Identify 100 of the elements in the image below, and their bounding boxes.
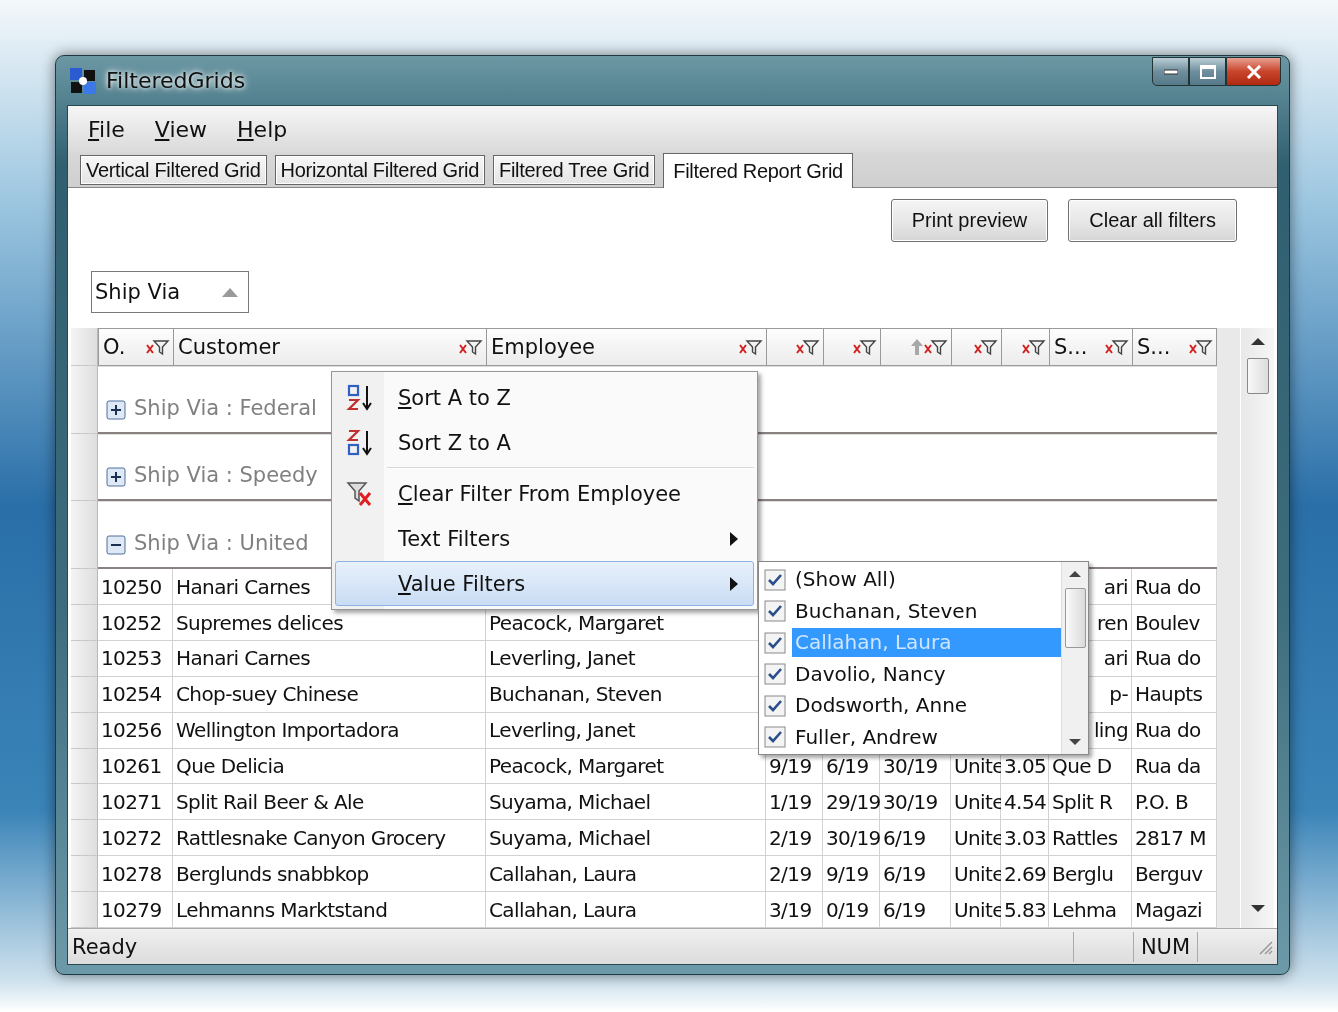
table-cell: Magazi: [1132, 892, 1217, 928]
row-selector: [71, 605, 98, 641]
column-header[interactable]: Customer: [173, 328, 486, 366]
expand-icon[interactable]: [106, 467, 126, 488]
group-label: Ship Via : Federal: [134, 395, 317, 420]
table-cell: 10261: [98, 748, 173, 785]
table-cell: Unite: [951, 892, 1001, 928]
table-cell: 10254: [98, 676, 173, 713]
checked-checkbox[interactable]: [764, 663, 786, 686]
scrollbar-thumb[interactable]: [1246, 358, 1269, 394]
status-indicator: NUM: [1133, 931, 1197, 962]
table-cell: Wellington Importadora: [173, 712, 486, 749]
table-cell: 10271: [98, 784, 173, 821]
maximize-button[interactable]: [1189, 57, 1226, 86]
table-cell: 29/19: [823, 784, 880, 821]
column-header[interactable]: [880, 328, 951, 366]
tab[interactable]: Filtered Report Grid: [663, 153, 853, 188]
row-selector: [71, 748, 98, 785]
column-header[interactable]: Employee: [486, 328, 766, 366]
sort-arrow-icon: [910, 337, 924, 356]
window-title: FilteredGrids: [106, 68, 246, 93]
checked-checkbox[interactable]: [764, 631, 786, 654]
menu-item[interactable]: View: [154, 116, 208, 142]
expand-icon[interactable]: [106, 399, 126, 420]
context-menu-item[interactable]: Clear Filter From Employee: [335, 471, 754, 516]
scrollbar[interactable]: [1241, 328, 1274, 928]
tab[interactable]: Vertical Filtered Grid: [80, 155, 267, 185]
scrollbar-thumb[interactable]: [1064, 588, 1086, 648]
table-cell: 10279: [98, 892, 173, 928]
row-selector: [71, 856, 98, 893]
column-header[interactable]: [951, 328, 1001, 366]
column-header[interactable]: S...: [1132, 328, 1217, 366]
context-menu-item[interactable]: Sort Z to A: [335, 420, 754, 465]
tab[interactable]: Filtered Tree Grid: [493, 155, 656, 185]
table-cell: 6/19: [880, 856, 951, 893]
checked-checkbox[interactable]: [764, 568, 786, 591]
tab[interactable]: Horizontal Filtered Grid: [274, 155, 485, 185]
filter-icon[interactable]: [853, 337, 877, 356]
toolbar-button[interactable]: Clear all filters: [1068, 199, 1237, 242]
table-cell: 10250: [98, 569, 173, 606]
row-selector: [71, 892, 98, 928]
row-selector: [71, 640, 98, 677]
menu-item[interactable]: Help: [237, 116, 288, 142]
submenu-arrow-icon: [729, 530, 739, 547]
row-selector: [71, 433, 98, 502]
table-cell: 30/19: [823, 820, 880, 857]
column-header[interactable]: [823, 328, 880, 366]
close-button[interactable]: [1226, 57, 1281, 86]
filter-icon[interactable]: [796, 337, 820, 356]
table-cell: 2817 M: [1132, 820, 1217, 857]
column-header[interactable]: S...: [1049, 328, 1132, 366]
collapse-icon[interactable]: [106, 535, 126, 556]
checked-checkbox[interactable]: [764, 726, 786, 749]
table-cell: 2.69: [1001, 856, 1049, 893]
table-cell: Callahan, Laura: [486, 856, 766, 893]
filter-icon[interactable]: [146, 337, 170, 356]
minimize-button[interactable]: [1152, 57, 1189, 86]
filter-icon[interactable]: [739, 337, 763, 356]
table-cell: Split R: [1049, 784, 1132, 821]
column-header[interactable]: O.: [98, 328, 173, 366]
table-cell: P.O. B: [1132, 784, 1217, 821]
table-cell: 2/19: [766, 820, 823, 857]
row-selector: [71, 676, 98, 713]
context-menu-item[interactable]: Value Filters: [335, 561, 754, 606]
table-cell: Callahan, Laura: [486, 892, 766, 928]
filter-icon[interactable]: [459, 337, 483, 356]
scroll-up-icon[interactable]: [1249, 336, 1266, 346]
table-cell: Suyama, Michael: [486, 784, 766, 821]
filter-icon[interactable]: [1022, 337, 1046, 356]
row-selector: [71, 712, 98, 749]
scroll-down-icon[interactable]: [1068, 738, 1082, 746]
table-cell: Chop-suey Chinese: [173, 676, 486, 713]
minimize-icon: [1163, 68, 1178, 75]
scroll-down-icon[interactable]: [1249, 904, 1266, 914]
table-cell: 10252: [98, 605, 173, 641]
table-cell: 0/19: [823, 892, 880, 928]
column-header[interactable]: [766, 328, 823, 366]
table-cell: 4.54: [1001, 784, 1049, 821]
context-menu-item[interactable]: Text Filters: [335, 516, 754, 561]
context-menu-item[interactable]: Sort A to Z: [335, 375, 754, 420]
table-cell: Peacock, Margaret: [486, 748, 766, 785]
group-label: Ship Via : United: [134, 531, 309, 556]
column-header[interactable]: [1001, 328, 1049, 366]
filter-icon[interactable]: [1105, 337, 1129, 356]
filter-icon[interactable]: [1189, 337, 1213, 356]
table-cell: 6/19: [880, 892, 951, 928]
menu-item[interactable]: File: [88, 116, 125, 142]
submenu-arrow-icon: [729, 575, 739, 592]
table-cell: 10272: [98, 820, 173, 857]
table-cell: Boulev: [1132, 605, 1217, 641]
checked-checkbox[interactable]: [764, 694, 786, 717]
scrollbar[interactable]: [1061, 562, 1088, 754]
filter-icon[interactable]: [974, 337, 998, 356]
size-grip-icon[interactable]: [1257, 938, 1273, 955]
table-cell: Hanari Carnes: [173, 640, 486, 677]
group-by-chip[interactable]: Ship Via: [91, 271, 249, 313]
filter-icon[interactable]: [924, 337, 948, 356]
toolbar-button[interactable]: Print preview: [890, 199, 1049, 242]
checked-checkbox[interactable]: [764, 600, 786, 623]
table-cell: 1/19: [766, 784, 823, 821]
